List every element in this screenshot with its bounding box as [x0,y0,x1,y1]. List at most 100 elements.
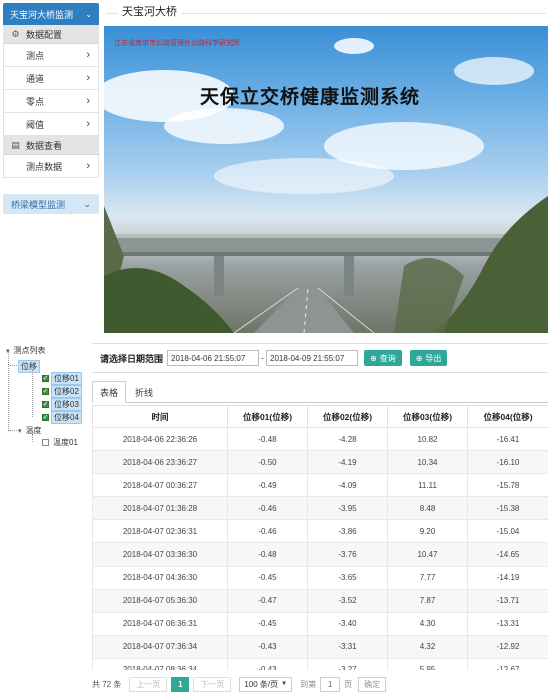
tab-table[interactable]: 表格 [92,381,127,403]
sidebar-bridge-model[interactable]: 桥梁模型监测 ⌄ [3,194,99,214]
cell-value: -15.38 [467,496,548,521]
checkbox-checked-icon[interactable]: ✓ [42,401,49,408]
goto-confirm-button[interactable]: 确定 [358,676,387,692]
cell-value: -3.95 [307,496,388,521]
banner-title: 天保立交桥健康监测系统 [200,86,421,108]
goto-suffix: 页 [344,679,353,689]
cell-value: -0.46 [227,519,308,544]
chevron-down-icon: ⌄ [83,198,91,209]
cell-value: -0.49 [227,473,308,498]
table-row[interactable]: 2018-04-07 05:36:30 -0.47 -3.52 7.87 -13.71 [92,588,548,613]
chevron-right-icon: › [86,49,90,61]
banner-scene [104,38,548,333]
cell-time: 2018-04-06 22:36:26 [92,426,228,452]
sidebar-main-menu-label: 天宝河大桥监测 [10,9,74,20]
tree-leaf-label: 温度01 [53,438,78,447]
cell-time: 2018-04-07 05:36:30 [92,588,228,613]
table-row[interactable]: 2018-04-07 01:36:28 -0.46 -3.95 8.48 -15.38 [92,496,548,521]
goto-page-input[interactable] [320,676,341,692]
checkbox-checked-icon[interactable]: ✓ [42,375,49,382]
column-header[interactable]: 位移02(位移) [307,405,388,428]
query-button[interactable]: ⊕ 查询 [364,350,402,366]
sidebar-item-channels[interactable]: 通道 › [3,67,99,90]
tree-leaf[interactable]: ✓ 位移01 [42,372,82,385]
tree-leaf[interactable]: 温度01 [42,437,80,448]
cell-value: 11.11 [387,473,468,498]
column-header[interactable]: 时间 [92,405,228,428]
cell-value: 9.20 [387,519,468,544]
collapse-icon[interactable]: ▾ [6,347,10,355]
export-button[interactable]: ⊕ 导出 [409,350,448,366]
cell-value: -0.45 [227,611,308,636]
collapse-icon[interactable]: ▾ [18,427,22,435]
cell-value: -0.45 [227,565,308,590]
sidebar-item-zero[interactable]: 零点 › [3,90,99,113]
tree-leaf[interactable]: ✓ 位移04 [42,411,82,424]
sidebar-item-label: 零点 [26,96,45,107]
cell-time: 2018-04-06 23:36:27 [92,450,228,475]
chevron-right-icon: › [86,160,90,172]
sidebar-section-config[interactable]: ⚙ 数据配置 [3,25,99,44]
data-table: 时间 位移01(位移) 位移02(位移) 位移03(位移) 位移04(位移) 2… [92,405,548,670]
tree-root-label: 测点列表 [13,346,46,355]
cell-time: 2018-04-07 03:36:30 [92,542,228,567]
sidebar-section-label: 数据查看 [26,140,63,151]
column-header[interactable]: 位移03(位移) [387,405,468,428]
table-row[interactable]: 2018-04-07 06:36:31 -0.45 -3.40 4.30 -13.31 [92,611,548,636]
table-row[interactable]: 2018-04-07 00:36:27 -0.49 -4.09 11.11 -15.78 [92,473,548,498]
sidebar-item-threshold[interactable]: 阈值 › [3,113,99,136]
sidebar-item-point-data[interactable]: 测点数据 › [3,155,99,178]
checkbox-checked-icon[interactable]: ✓ [42,388,49,395]
table-row[interactable]: 2018-04-06 23:36:27 -0.50 -4.19 10.34 -16.10 [92,450,548,475]
cell-time: 2018-04-07 06:36:31 [92,611,228,636]
chevron-right-icon: › [86,95,90,107]
cell-value: -0.48 [227,542,308,567]
cell-value: 7.87 [387,588,468,613]
pagination: 共 72 条 上一页 1 下一页 100 条/页 ▼ 到第 页 确定 [92,676,387,692]
sidebar-section-view[interactable]: ▤ 数据查看 [3,136,99,155]
start-date-input[interactable] [167,350,260,366]
cell-value: -16.41 [467,426,548,452]
checkbox-unchecked-icon[interactable] [42,439,49,446]
tree-group-displacement[interactable]: 位移 [18,360,40,373]
next-page-button[interactable]: 下一页 [193,676,232,692]
caret-down-icon: ▼ [281,681,288,687]
goto-prefix: 到第 [300,679,317,689]
cell-time: 2018-04-07 02:36:31 [92,519,228,544]
data-table-wrap[interactable]: 时间 位移01(位移) 位移02(位移) 位移03(位移) 位移04(位移) 2… [92,405,548,670]
tree-group-temperature[interactable]: ▾ 温度 [18,425,44,436]
tree-group-label: 位移 [18,360,40,373]
cell-value: -14.19 [467,565,548,590]
export-icon: ⊕ [415,353,423,363]
cell-value: -3.40 [307,611,388,636]
prev-page-button[interactable]: 上一页 [129,676,168,692]
page-number-current[interactable]: 1 [171,676,190,692]
tree-root[interactable]: ▾ 测点列表 [6,345,48,356]
tree-leaf[interactable]: ✓ 位移03 [42,398,82,411]
column-header[interactable]: 位移04(位移) [467,405,548,428]
table-row[interactable]: 2018-04-07 02:36:31 -0.46 -3.86 9.20 -15.04 [92,519,548,544]
table-row[interactable]: 2018-04-07 08:36:34 -0.43 -3.27 5.95 -12.67 [92,657,548,670]
tree-leaf-label: 位移02 [51,385,82,398]
table-row[interactable]: 2018-04-06 22:36:26 -0.48 -4.28 10.82 -16.41 [92,426,548,452]
tree-connector [32,369,33,417]
cell-value: -13.31 [467,611,548,636]
date-range-label: 请选择日期范围 [100,353,164,364]
document-icon: ▤ [11,139,20,150]
tab-line-chart[interactable]: 折线 [128,381,160,403]
sidebar-item-points[interactable]: 测点 › [3,44,99,67]
export-button-label: 导出 [425,353,442,363]
checkbox-checked-icon[interactable]: ✓ [42,414,49,421]
table-row[interactable]: 2018-04-07 04:36:30 -0.45 -3.65 7.77 -14.19 [92,565,548,590]
table-body: 2018-04-06 22:36:26 -0.48 -4.28 10.82 -16.41… [92,426,548,670]
end-date-input[interactable] [266,350,359,366]
cell-value: -3.27 [307,657,388,670]
table-row[interactable]: 2018-04-07 03:36:30 -0.48 -3.76 10.47 -14.65 [92,542,548,567]
page-size-select[interactable]: 100 条/页 ▼ [239,676,293,692]
column-header[interactable]: 位移01(位移) [227,405,308,428]
tree-leaf[interactable]: ✓ 位移02 [42,385,82,398]
sidebar-main-menu[interactable]: 天宝河大桥监测 ⌄ [3,3,99,25]
table-row[interactable]: 2018-04-07 07:36:34 -0.43 -3.31 4.32 -12.92 [92,634,548,659]
cell-time: 2018-04-07 08:36:34 [92,657,228,670]
sidebar-item-label: 测点数据 [26,161,63,172]
